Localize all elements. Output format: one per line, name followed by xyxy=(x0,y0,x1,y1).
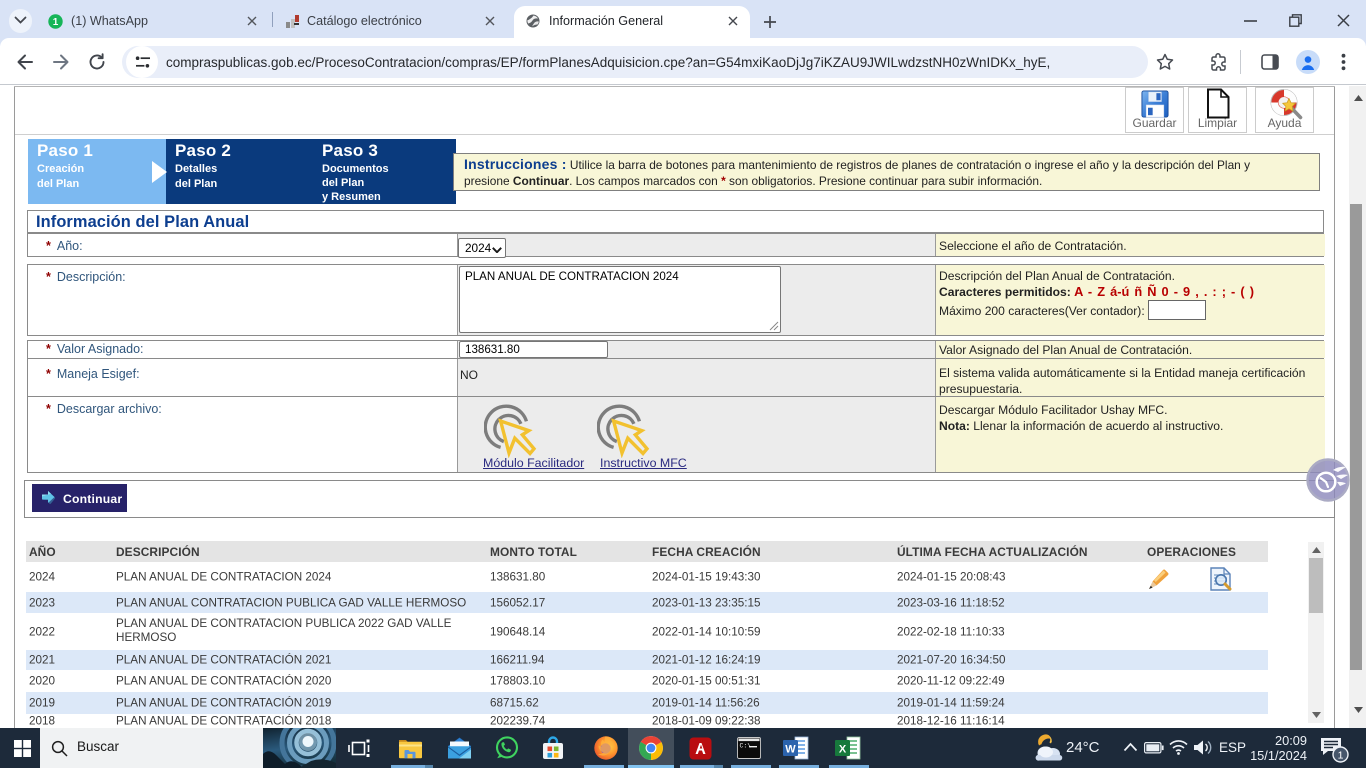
svg-text:1: 1 xyxy=(1338,750,1344,762)
svg-text:X: X xyxy=(839,744,847,756)
svg-text:W: W xyxy=(785,744,796,756)
svg-text:1: 1 xyxy=(53,17,59,28)
